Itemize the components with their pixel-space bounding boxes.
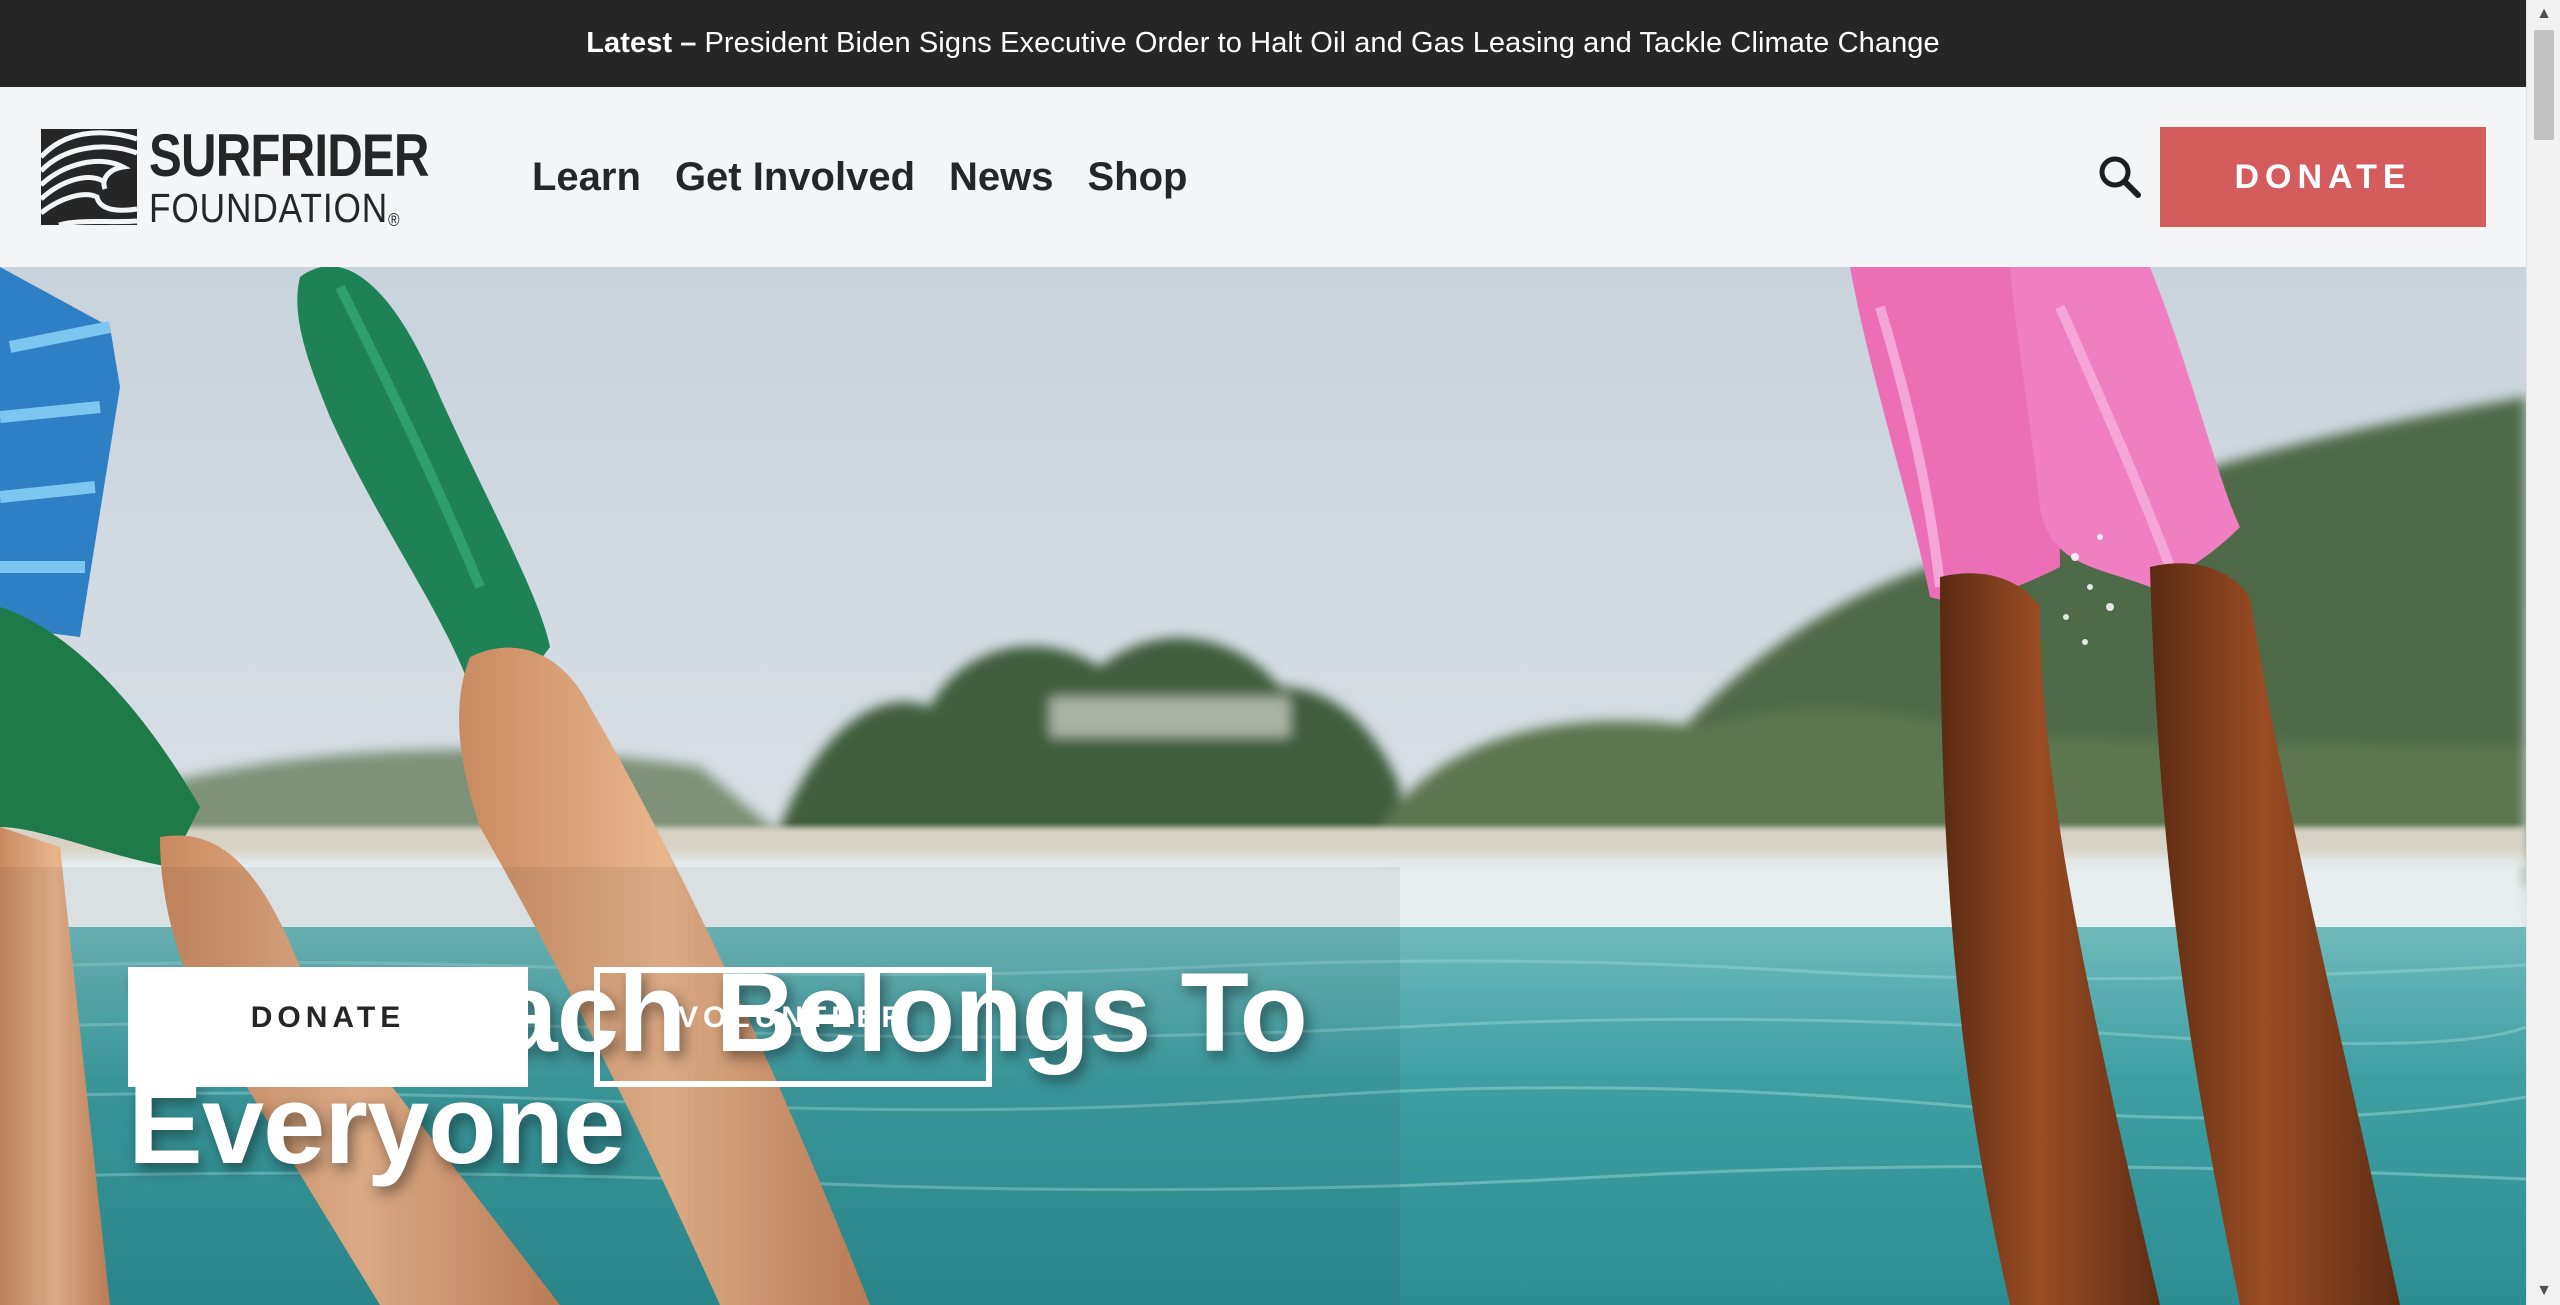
hero-section: The Beach Belongs To Everyone <box>0 267 2526 1305</box>
logo-line1: SURFRIDER <box>149 121 429 189</box>
page-scrollbar[interactable]: ▲ ▼ <box>2526 0 2560 1305</box>
nav-shop[interactable]: Shop <box>1088 155 1188 200</box>
wave-logo-icon <box>39 129 138 227</box>
announcement-bar: Latest – President Biden Signs Executive… <box>0 0 2526 87</box>
search-icon <box>2099 156 2141 198</box>
hero-donate-button[interactable]: DONATE <box>128 967 528 1087</box>
search-button[interactable] <box>2096 153 2144 201</box>
hero-volunteer-button[interactable]: VOLUNTEER <box>594 967 992 1087</box>
main-nav: Learn Get Involved News Shop <box>532 87 1187 267</box>
logo-trademark: ® <box>388 209 401 230</box>
scroll-up-arrow-icon[interactable]: ▲ <box>2527 0 2560 28</box>
page: Latest – President Biden Signs Executive… <box>0 0 2526 1305</box>
header-donate-button[interactable]: DONATE <box>2160 127 2486 227</box>
announcement-dash: – <box>680 27 697 59</box>
surfrider-logo[interactable]: SURFRIDER FOUNDATION® <box>39 125 429 229</box>
scroll-down-arrow-icon[interactable]: ▼ <box>2527 1277 2560 1305</box>
nav-learn[interactable]: Learn <box>532 155 641 200</box>
site-header: SURFRIDER FOUNDATION® Learn Get Involved… <box>0 87 2526 267</box>
announcement-headline-link[interactable]: President Biden Signs Executive Order to… <box>704 27 1939 60</box>
logo-line2: FOUNDATION® <box>149 184 401 231</box>
nav-get-involved[interactable]: Get Involved <box>675 155 915 200</box>
scroll-thumb[interactable] <box>2534 30 2554 140</box>
announcement-label: Latest <box>586 27 673 59</box>
nav-news[interactable]: News <box>949 155 1054 200</box>
